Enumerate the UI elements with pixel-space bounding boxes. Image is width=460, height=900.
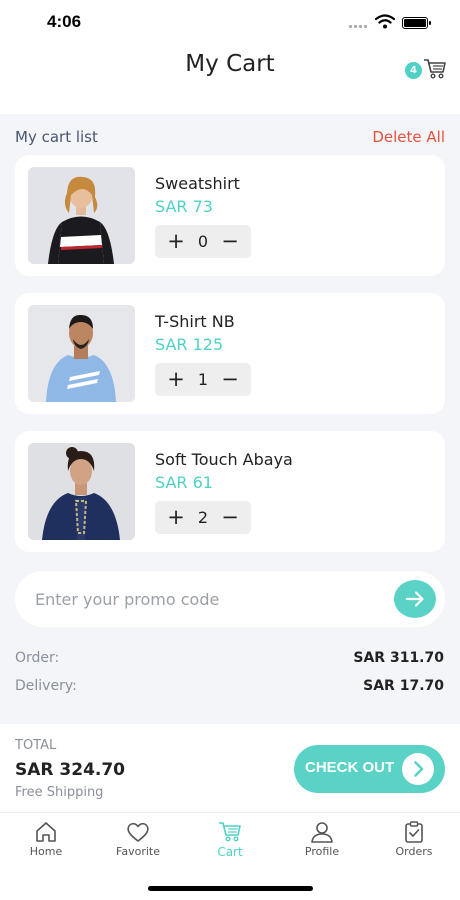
- quantity-stepper: + 2 −: [155, 501, 251, 534]
- item-price: SAR 61: [155, 473, 213, 492]
- cart-item: T-Shirt NB SAR 125 + 1 −: [15, 293, 445, 414]
- header: My Cart 4: [0, 46, 460, 114]
- decrease-quantity-button[interactable]: −: [215, 363, 245, 396]
- quantity-stepper: + 0 −: [155, 225, 251, 258]
- user-icon: [311, 822, 333, 843]
- checkout-button[interactable]: CHECK OUT: [294, 745, 445, 793]
- item-price: SAR 73: [155, 197, 213, 216]
- heart-icon: [127, 822, 149, 842]
- total-value: SAR 324.70: [15, 760, 126, 780]
- quantity-stepper: + 1 −: [155, 363, 251, 396]
- tab-orders[interactable]: Orders: [368, 821, 460, 858]
- tab-home[interactable]: Home: [0, 821, 92, 858]
- delete-all-button[interactable]: Delete All: [372, 128, 445, 146]
- tab-label: Profile: [304, 845, 340, 858]
- status-bar: 4:06: [0, 0, 460, 46]
- chevron-right-icon: [402, 753, 434, 785]
- shipping-note: Free Shipping: [15, 785, 104, 800]
- battery-icon: [402, 17, 431, 29]
- status-time: 4:06: [47, 12, 82, 31]
- item-name: T-Shirt NB: [155, 312, 235, 331]
- cart-icon: [219, 822, 241, 842]
- checkout-bar: TOTAL SAR 324.70 Free Shipping CHECK OUT: [0, 724, 460, 812]
- tab-label: Orders: [395, 845, 433, 858]
- cart-item: Soft Touch Abaya SAR 61 + 2 −: [15, 431, 445, 552]
- decrease-quantity-button[interactable]: −: [215, 501, 245, 534]
- tab-label: Home: [29, 845, 63, 858]
- tab-cart[interactable]: Cart: [184, 821, 276, 859]
- apply-promo-button[interactable]: [394, 580, 436, 618]
- item-price: SAR 125: [155, 335, 224, 354]
- cart-list-label: My cart list: [15, 128, 98, 146]
- wifi-icon: [375, 14, 395, 29]
- signal-icon: [349, 25, 369, 29]
- order-label: Order:: [15, 650, 60, 666]
- home-indicator: [148, 886, 313, 891]
- tab-favorite[interactable]: Favorite: [92, 821, 184, 858]
- item-name: Soft Touch Abaya: [155, 450, 293, 469]
- clipboard-icon: [405, 821, 423, 843]
- cart-count-badge: 4: [405, 62, 422, 79]
- product-image: [28, 167, 135, 264]
- decrease-quantity-button[interactable]: −: [215, 225, 245, 258]
- total-label: TOTAL: [15, 738, 57, 753]
- product-image: [28, 443, 135, 540]
- delivery-value: SAR 17.70: [363, 678, 444, 694]
- order-value: SAR 311.70: [353, 650, 444, 666]
- cart-icon: [424, 59, 446, 79]
- arrow-right-icon: [405, 591, 424, 607]
- promo-code-box: [15, 571, 445, 627]
- checkout-label: CHECK OUT: [305, 759, 395, 776]
- product-image: [28, 305, 135, 402]
- header-cart-button[interactable]: 4: [405, 58, 449, 84]
- page-title: My Cart: [185, 51, 275, 77]
- cart-item: Sweatshirt SAR 73 + 0 −: [15, 155, 445, 276]
- tab-label: Favorite: [116, 845, 160, 858]
- item-name: Sweatshirt: [155, 174, 240, 193]
- tab-label: Cart: [217, 845, 243, 859]
- delivery-label: Delivery:: [15, 678, 77, 694]
- home-icon: [36, 822, 56, 842]
- promo-code-input[interactable]: [35, 581, 375, 617]
- tab-profile[interactable]: Profile: [276, 821, 368, 858]
